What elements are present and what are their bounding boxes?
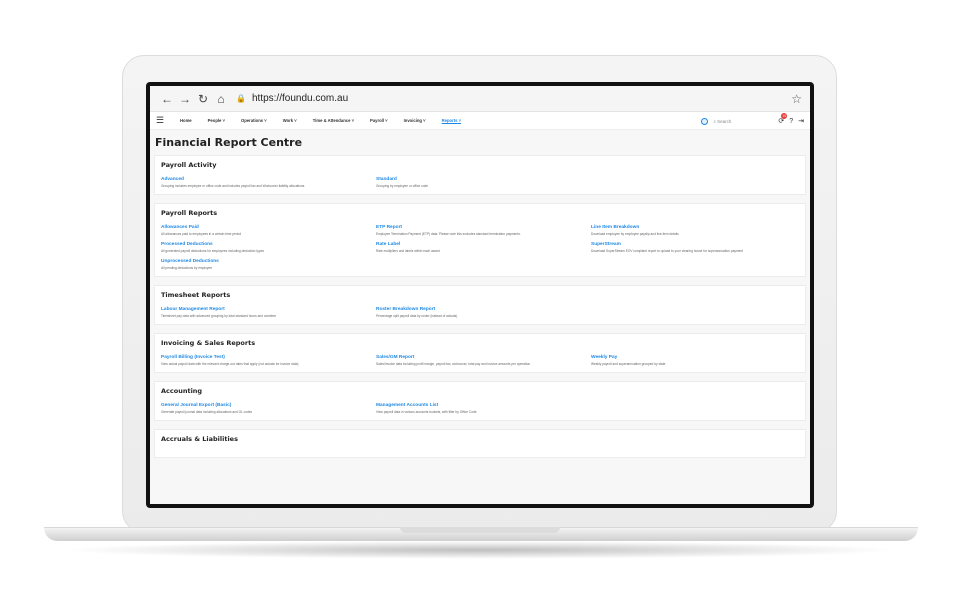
- browser-window: ← → ↻ ⌂ 🔒 https://foundu.com.au ☆ ☰ Home…: [150, 86, 810, 504]
- report-description: Percentage split payroll data by roster …: [376, 314, 458, 318]
- report-item: Allowances Paid All allowances paid to e…: [161, 225, 376, 236]
- lock-icon: 🔒: [236, 94, 246, 103]
- report-description: View actual payroll data with the releva…: [161, 362, 299, 366]
- report-item: Labour Management Report Timesheet pay d…: [161, 307, 376, 318]
- laptop-notch: [400, 527, 560, 533]
- report-item: Standard Grouping by employee or office …: [376, 177, 591, 188]
- report-link[interactable]: General Journal Export (Basic): [161, 403, 376, 408]
- report-description: All pending deductions by employee: [161, 266, 213, 270]
- section-accruals-liabilities: Accruals & Liabilities: [154, 429, 806, 458]
- section-accounting: Accounting General Journal Export (Basic…: [154, 381, 806, 421]
- report-link[interactable]: Line Item Breakdown: [591, 225, 806, 230]
- url-text: https://foundu.com.au: [251, 93, 349, 104]
- report-link[interactable]: Rate Label: [376, 242, 591, 247]
- report-description: Timesheet pay data with advanced groupin…: [161, 314, 277, 318]
- report-link[interactable]: Advanced: [161, 177, 376, 182]
- report-description: Employee Termination Payment (ETP) data.…: [376, 232, 521, 236]
- logout-icon[interactable]: ⇥: [798, 117, 804, 125]
- section-title: Accounting: [161, 387, 203, 395]
- report-link[interactable]: Labour Management Report: [161, 307, 376, 312]
- section-timesheet-reports: Timesheet Reports Labour Management Repo…: [154, 285, 806, 325]
- nav-time-attendance[interactable]: Time & Attendance ˅: [313, 118, 354, 123]
- section-payroll-reports: Payroll Reports Allowances Paid All allo…: [154, 203, 806, 277]
- back-icon[interactable]: ←: [158, 90, 176, 108]
- browser-toolbar: ← → ↻ ⌂ 🔒 https://foundu.com.au ☆: [150, 86, 810, 112]
- navbar-right: ⌕ Search ⟳ 10 ? ⇥: [701, 112, 804, 130]
- section-invoicing-sales: Invoicing & Sales Reports Payroll Billin…: [154, 333, 806, 373]
- report-description: Grouping by employee or office code: [376, 184, 429, 188]
- laptop-shadow: [60, 541, 900, 559]
- report-link[interactable]: ETP Report: [376, 225, 591, 230]
- hamburger-icon[interactable]: ☰: [156, 115, 166, 126]
- report-description: All allowances paid to employees in a ce…: [161, 232, 242, 236]
- report-description: All generated payroll deductions for emp…: [161, 249, 264, 253]
- report-description: Rate multipliers and labels within each …: [376, 249, 440, 253]
- search-input[interactable]: ⌕ Search: [713, 119, 773, 124]
- report-link[interactable]: Processed Deductions: [161, 242, 376, 247]
- report-link[interactable]: Standard: [376, 177, 591, 182]
- report-description: Grouping includes employee or office cod…: [161, 184, 306, 188]
- report-link[interactable]: Management Accounts List: [376, 403, 591, 408]
- report-item: Rate Label Rate multipliers and labels w…: [376, 242, 591, 253]
- home-icon[interactable]: ⌂: [212, 90, 230, 108]
- report-item: General Journal Export (Basic) Generate …: [161, 403, 376, 414]
- nav-reports[interactable]: Reports ˅: [442, 118, 461, 123]
- report-item: Weekly Pay Weekly payroll and superannua…: [591, 355, 806, 366]
- section-payroll-activity: Payroll Activity Advanced Grouping inclu…: [154, 155, 806, 195]
- section-title: Timesheet Reports: [161, 291, 231, 299]
- report-link[interactable]: Allowances Paid: [161, 225, 376, 230]
- address-bar[interactable]: 🔒 https://foundu.com.au: [236, 90, 791, 108]
- report-item: Management Accounts List View payroll da…: [376, 403, 591, 414]
- report-item: Line Item Breakdown Download employee by…: [591, 225, 806, 236]
- report-item: Processed Deductions All generated payro…: [161, 242, 376, 253]
- report-item: ETP Report Employee Termination Payment …: [376, 225, 591, 236]
- report-link[interactable]: Payroll Billing (Invoice Test): [161, 355, 376, 360]
- report-item: Roster Breakdown Report Percentage split…: [376, 307, 591, 318]
- nav-home[interactable]: Home: [180, 118, 192, 123]
- report-description: Download employee by employee payslip an…: [591, 232, 679, 236]
- section-title: Payroll Reports: [161, 209, 218, 217]
- report-link[interactable]: Roster Breakdown Report: [376, 307, 591, 312]
- nav-payroll[interactable]: Payroll ˅: [370, 118, 388, 123]
- main-content: Financial Report Centre Payroll Activity…: [150, 130, 810, 504]
- report-item: SuperStream Download SuperStream EOV com…: [591, 242, 806, 253]
- report-item: Advanced Grouping includes employee or o…: [161, 177, 376, 188]
- laptop-stage: ← → ↻ ⌂ 🔒 https://foundu.com.au ☆ ☰ Home…: [0, 0, 960, 600]
- report-link[interactable]: SuperStream: [591, 242, 806, 247]
- nav-people[interactable]: People ˅: [208, 118, 225, 123]
- report-description: Weekly payroll and superannuation groupe…: [591, 362, 666, 366]
- help-icon[interactable]: ?: [789, 118, 793, 125]
- nav-work[interactable]: Work ˅: [283, 118, 297, 123]
- section-title: Accruals & Liabilities: [161, 435, 238, 443]
- page-title: Financial Report Centre: [155, 136, 303, 149]
- report-description: Download SuperStream EOV compliant repor…: [591, 249, 744, 253]
- report-item: Unprocessed Deductions All pending deduc…: [161, 259, 376, 270]
- notification-icon[interactable]: ⟳ 10: [778, 113, 788, 125]
- reload-icon[interactable]: ↻: [194, 90, 212, 108]
- app-navbar: ☰ Home People ˅ Operations ˅ Work ˅ Time…: [150, 112, 810, 130]
- globe-icon[interactable]: [701, 117, 709, 125]
- report-link[interactable]: Unprocessed Deductions: [161, 259, 376, 264]
- report-description: Generate payroll journal data including …: [161, 410, 253, 414]
- section-title: Invoicing & Sales Reports: [161, 339, 256, 347]
- report-description: View payroll data in various accounts bu…: [376, 410, 477, 414]
- notification-badge: 10: [781, 113, 788, 119]
- star-icon[interactable]: ☆: [791, 92, 802, 106]
- forward-icon[interactable]: →: [176, 90, 194, 108]
- report-item: Payroll Billing (Invoice Test) View actu…: [161, 355, 376, 366]
- nav-operations[interactable]: Operations ˅: [241, 118, 267, 123]
- report-item: Sales/GM Report Sales/Invoice data inclu…: [376, 355, 591, 366]
- report-link[interactable]: Weekly Pay: [591, 355, 806, 360]
- section-title: Payroll Activity: [161, 161, 217, 169]
- report-link[interactable]: Sales/GM Report: [376, 355, 591, 360]
- report-description: Sales/Invoice data including profit marg…: [376, 362, 531, 366]
- nav-invoicing[interactable]: Invoicing ˅: [404, 118, 426, 123]
